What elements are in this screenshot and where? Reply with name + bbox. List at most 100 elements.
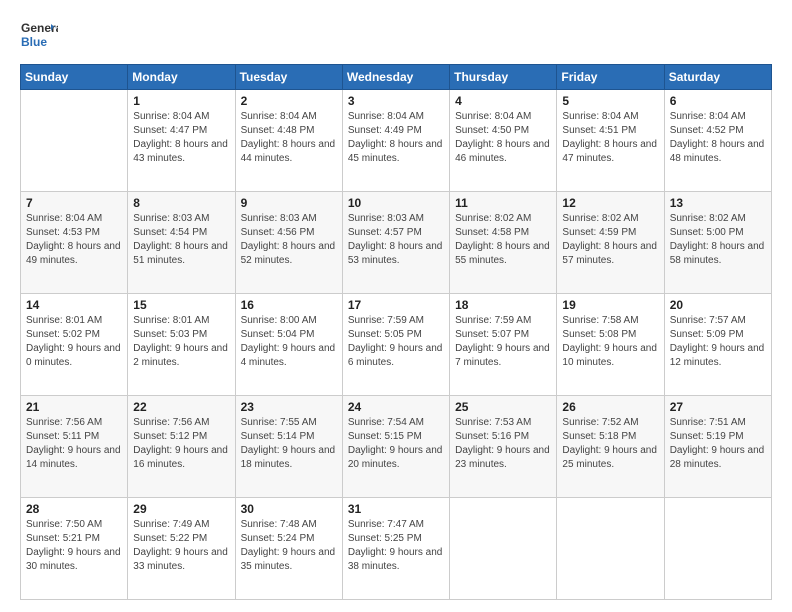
calendar-cell: 8 Sunrise: 8:03 AMSunset: 4:54 PMDaylight…: [128, 192, 235, 294]
cell-info: Sunrise: 8:04 AMSunset: 4:52 PMDaylight:…: [670, 110, 766, 166]
calendar-cell: 3 Sunrise: 8:04 AMSunset: 4:49 PMDaylight…: [342, 90, 449, 192]
logo-bird-icon: General Blue: [20, 16, 58, 54]
calendar-body: 1 Sunrise: 8:04 AMSunset: 4:47 PMDaylight…: [21, 90, 772, 600]
calendar-cell: 14 Sunrise: 8:01 AMSunset: 5:02 PMDayligh…: [21, 294, 128, 396]
header: General Blue: [20, 16, 772, 54]
cell-day-number: 2: [241, 94, 337, 108]
header-cell-wednesday: Wednesday: [342, 65, 449, 90]
cell-info: Sunrise: 8:02 AMSunset: 5:00 PMDaylight:…: [670, 212, 766, 268]
cell-info: Sunrise: 8:04 AMSunset: 4:48 PMDaylight:…: [241, 110, 337, 166]
cell-info: Sunrise: 8:02 AMSunset: 4:58 PMDaylight:…: [455, 212, 551, 268]
cell-day-number: 28: [26, 502, 122, 516]
calendar-cell: 23 Sunrise: 7:55 AMSunset: 5:14 PMDayligh…: [235, 396, 342, 498]
cell-info: Sunrise: 8:04 AMSunset: 4:49 PMDaylight:…: [348, 110, 444, 166]
cell-day-number: 26: [562, 400, 658, 414]
cell-day-number: 23: [241, 400, 337, 414]
calendar-cell: 27 Sunrise: 7:51 AMSunset: 5:19 PMDayligh…: [664, 396, 771, 498]
week-row-1: 1 Sunrise: 8:04 AMSunset: 4:47 PMDaylight…: [21, 90, 772, 192]
calendar-cell: 6Sunrise: 8:04 AMSunset: 4:52 PMDaylight…: [664, 90, 771, 192]
cell-day-number: 12: [562, 196, 658, 210]
cell-day-number: 24: [348, 400, 444, 414]
cell-info: Sunrise: 7:50 AMSunset: 5:21 PMDaylight:…: [26, 518, 122, 574]
cell-day-number: 1: [133, 94, 229, 108]
header-cell-thursday: Thursday: [450, 65, 557, 90]
cell-info: Sunrise: 7:54 AMSunset: 5:15 PMDaylight:…: [348, 416, 444, 472]
cell-day-number: 20: [670, 298, 766, 312]
calendar-cell: 22Sunrise: 7:56 AMSunset: 5:12 PMDayligh…: [128, 396, 235, 498]
cell-info: Sunrise: 7:56 AMSunset: 5:11 PMDaylight:…: [26, 416, 122, 472]
calendar-cell: 17 Sunrise: 7:59 AMSunset: 5:05 PMDayligh…: [342, 294, 449, 396]
cell-day-number: 11: [455, 196, 551, 210]
cell-day-number: 27: [670, 400, 766, 414]
week-row-3: 14 Sunrise: 8:01 AMSunset: 5:02 PMDayligh…: [21, 294, 772, 396]
cell-day-number: 17: [348, 298, 444, 312]
cell-day-number: 22: [133, 400, 229, 414]
cell-day-number: 3: [348, 94, 444, 108]
cell-info: Sunrise: 7:59 AMSunset: 5:05 PMDaylight:…: [348, 314, 444, 370]
cell-info: Sunrise: 7:48 AMSunset: 5:24 PMDaylight:…: [241, 518, 337, 574]
cell-day-number: 31: [348, 502, 444, 516]
header-cell-tuesday: Tuesday: [235, 65, 342, 90]
calendar-cell: 20 Sunrise: 7:57 AMSunset: 5:09 PMDayligh…: [664, 294, 771, 396]
calendar-cell: 18 Sunrise: 7:59 AMSunset: 5:07 PMDayligh…: [450, 294, 557, 396]
cell-info: Sunrise: 7:52 AMSunset: 5:18 PMDaylight:…: [562, 416, 658, 472]
cell-day-number: 16: [241, 298, 337, 312]
page: General Blue SundayMondayTuesdayWednesda…: [0, 0, 792, 612]
calendar-cell: 2 Sunrise: 8:04 AMSunset: 4:48 PMDaylight…: [235, 90, 342, 192]
cell-info: Sunrise: 7:57 AMSunset: 5:09 PMDaylight:…: [670, 314, 766, 370]
week-row-2: 7 Sunrise: 8:04 AMSunset: 4:53 PMDaylight…: [21, 192, 772, 294]
cell-info: Sunrise: 8:04 AMSunset: 4:50 PMDaylight:…: [455, 110, 551, 166]
calendar-cell: 12 Sunrise: 8:02 AMSunset: 4:59 PMDayligh…: [557, 192, 664, 294]
cell-day-number: 21: [26, 400, 122, 414]
calendar-cell: 24 Sunrise: 7:54 AMSunset: 5:15 PMDayligh…: [342, 396, 449, 498]
calendar-cell: [450, 498, 557, 600]
cell-info: Sunrise: 8:04 AMSunset: 4:47 PMDaylight:…: [133, 110, 229, 166]
calendar-cell: 16Sunrise: 8:00 AMSunset: 5:04 PMDayligh…: [235, 294, 342, 396]
calendar-cell: 28 Sunrise: 7:50 AMSunset: 5:21 PMDayligh…: [21, 498, 128, 600]
svg-text:Blue: Blue: [21, 35, 47, 49]
calendar-cell: 11 Sunrise: 8:02 AMSunset: 4:58 PMDayligh…: [450, 192, 557, 294]
calendar-cell: 31 Sunrise: 7:47 AMSunset: 5:25 PMDayligh…: [342, 498, 449, 600]
cell-day-number: 25: [455, 400, 551, 414]
calendar-cell: 1 Sunrise: 8:04 AMSunset: 4:47 PMDaylight…: [128, 90, 235, 192]
cell-day-number: 4: [455, 94, 551, 108]
cell-day-number: 9: [241, 196, 337, 210]
cell-info: Sunrise: 8:04 AMSunset: 4:53 PMDaylight:…: [26, 212, 122, 268]
cell-info: Sunrise: 8:03 AMSunset: 4:54 PMDaylight:…: [133, 212, 229, 268]
calendar-cell: 7 Sunrise: 8:04 AMSunset: 4:53 PMDaylight…: [21, 192, 128, 294]
cell-info: Sunrise: 8:01 AMSunset: 5:02 PMDaylight:…: [26, 314, 122, 370]
cell-info: Sunrise: 8:01 AMSunset: 5:03 PMDaylight:…: [133, 314, 229, 370]
cell-info: Sunrise: 7:47 AMSunset: 5:25 PMDaylight:…: [348, 518, 444, 574]
calendar-cell: 30 Sunrise: 7:48 AMSunset: 5:24 PMDayligh…: [235, 498, 342, 600]
header-cell-monday: Monday: [128, 65, 235, 90]
calendar-header: SundayMondayTuesdayWednesdayThursdayFrid…: [21, 65, 772, 90]
cell-info: Sunrise: 7:58 AMSunset: 5:08 PMDaylight:…: [562, 314, 658, 370]
header-cell-friday: Friday: [557, 65, 664, 90]
calendar-cell: [21, 90, 128, 192]
cell-day-number: 14: [26, 298, 122, 312]
header-row: SundayMondayTuesdayWednesdayThursdayFrid…: [21, 65, 772, 90]
calendar-cell: 10 Sunrise: 8:03 AMSunset: 4:57 PMDayligh…: [342, 192, 449, 294]
cell-info: Sunrise: 8:03 AMSunset: 4:57 PMDaylight:…: [348, 212, 444, 268]
cell-info: Sunrise: 8:04 AMSunset: 4:51 PMDaylight:…: [562, 110, 658, 166]
cell-day-number: 19: [562, 298, 658, 312]
calendar-cell: 19 Sunrise: 7:58 AMSunset: 5:08 PMDayligh…: [557, 294, 664, 396]
cell-info: Sunrise: 7:55 AMSunset: 5:14 PMDaylight:…: [241, 416, 337, 472]
week-row-5: 28 Sunrise: 7:50 AMSunset: 5:21 PMDayligh…: [21, 498, 772, 600]
week-row-4: 21 Sunrise: 7:56 AMSunset: 5:11 PMDayligh…: [21, 396, 772, 498]
cell-info: Sunrise: 7:53 AMSunset: 5:16 PMDaylight:…: [455, 416, 551, 472]
cell-day-number: 7: [26, 196, 122, 210]
cell-day-number: 8: [133, 196, 229, 210]
logo: General Blue: [20, 16, 58, 54]
calendar-cell: 9Sunrise: 8:03 AMSunset: 4:56 PMDaylight…: [235, 192, 342, 294]
cell-day-number: 30: [241, 502, 337, 516]
calendar-cell: [664, 498, 771, 600]
cell-info: Sunrise: 7:59 AMSunset: 5:07 PMDaylight:…: [455, 314, 551, 370]
cell-day-number: 10: [348, 196, 444, 210]
calendar-cell: 25 Sunrise: 7:53 AMSunset: 5:16 PMDayligh…: [450, 396, 557, 498]
cell-info: Sunrise: 7:51 AMSunset: 5:19 PMDaylight:…: [670, 416, 766, 472]
cell-day-number: 18: [455, 298, 551, 312]
header-cell-sunday: Sunday: [21, 65, 128, 90]
cell-info: Sunrise: 8:02 AMSunset: 4:59 PMDaylight:…: [562, 212, 658, 268]
calendar-cell: 26 Sunrise: 7:52 AMSunset: 5:18 PMDayligh…: [557, 396, 664, 498]
